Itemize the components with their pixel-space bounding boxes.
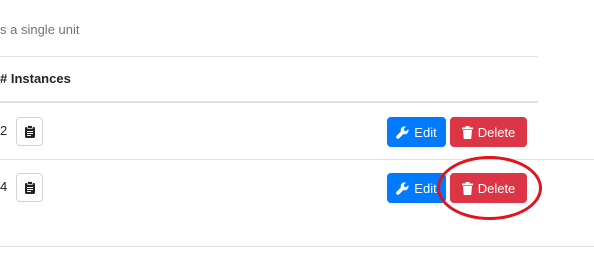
- header-divider: [0, 101, 538, 103]
- table-subtitle: s a single unit: [0, 22, 80, 37]
- wrench-icon: [396, 125, 409, 139]
- table-bottom-divider: [0, 246, 594, 247]
- clipboard-icon: [24, 181, 35, 194]
- wrench-icon: [396, 181, 409, 195]
- trash-icon: [461, 125, 473, 139]
- delete-button[interactable]: Delete: [450, 117, 527, 147]
- delete-button[interactable]: Delete: [450, 173, 527, 203]
- edit-button-label: Edit: [414, 180, 437, 196]
- delete-button-label: Delete: [477, 180, 516, 196]
- instances-count: 2: [0, 123, 8, 138]
- row-divider: [0, 159, 594, 160]
- divider: [0, 56, 538, 57]
- copy-button[interactable]: [16, 173, 43, 202]
- instances-count: 4: [0, 179, 8, 194]
- instances-table-view: s a single unit # Instances 2 Edit Delet…: [0, 0, 594, 271]
- edit-button[interactable]: Edit: [387, 173, 446, 203]
- copy-button[interactable]: [16, 117, 43, 146]
- clipboard-icon: [24, 125, 35, 138]
- column-header-instances: # Instances: [0, 71, 71, 86]
- delete-button-label: Delete: [477, 124, 516, 140]
- edit-button-label: Edit: [414, 124, 437, 140]
- trash-icon: [461, 181, 473, 195]
- edit-button[interactable]: Edit: [387, 117, 446, 147]
